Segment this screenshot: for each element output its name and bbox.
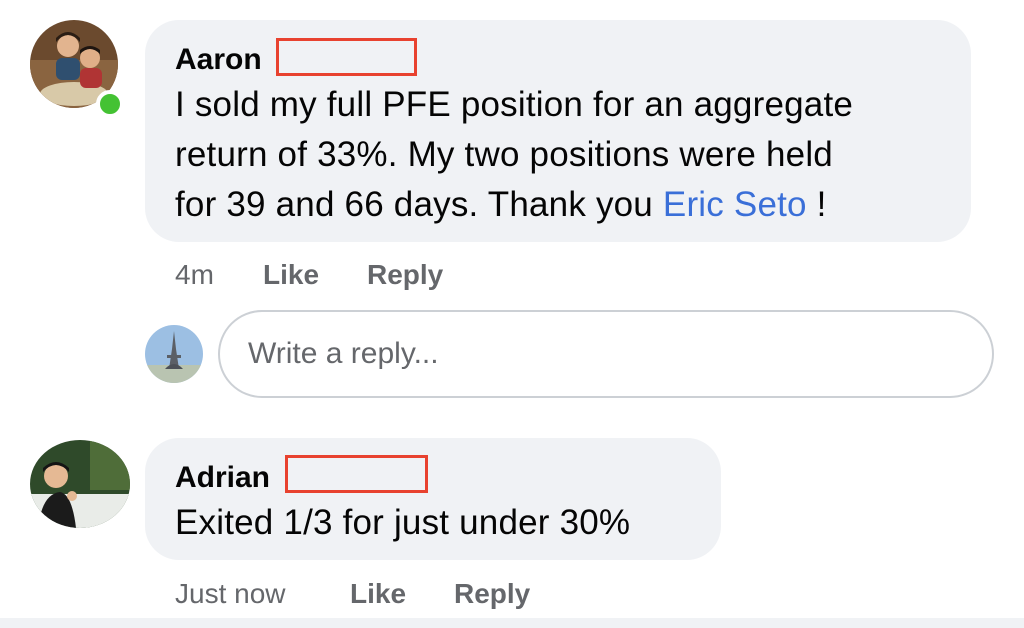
comment-text-line: Exited 1/3 for just under 30%: [175, 503, 631, 542]
reply-button[interactable]: Reply: [367, 258, 443, 292]
redacted-name-box: [285, 455, 428, 493]
like-button[interactable]: Like: [350, 577, 406, 611]
comment-author[interactable]: Aaron: [175, 42, 262, 78]
comment-text-line: for 39 and 66 days. Thank you Eric Seto …: [175, 180, 827, 230]
current-user-avatar-image: [145, 325, 203, 383]
redacted-name-box: [276, 38, 417, 76]
mention-link[interactable]: Eric Seto: [663, 185, 807, 224]
comment-timestamp[interactable]: Just now: [175, 577, 286, 611]
reply-button[interactable]: Reply: [454, 577, 530, 611]
adrian-avatar-image: [30, 440, 130, 528]
like-button[interactable]: Like: [263, 258, 319, 292]
comment-text-line: return of 33%. My two positions were hel…: [175, 135, 833, 174]
comment-text-segment: for 39 and 66 days. Thank you: [175, 185, 663, 224]
comment-author[interactable]: Adrian: [175, 460, 270, 496]
comment-text-segment: !: [806, 185, 827, 224]
comment-timestamp[interactable]: 4m: [175, 258, 214, 292]
reply-input[interactable]: [218, 310, 994, 398]
bottom-divider: [0, 618, 1024, 628]
comment-text-line: I sold my full PFE position for an aggre…: [175, 85, 854, 124]
online-status-indicator: [96, 90, 124, 118]
adrian-avatar[interactable]: [30, 440, 130, 528]
current-user-avatar[interactable]: [145, 325, 203, 383]
comment-thread: Aaron I sold my full PFE position for an…: [0, 0, 1024, 628]
